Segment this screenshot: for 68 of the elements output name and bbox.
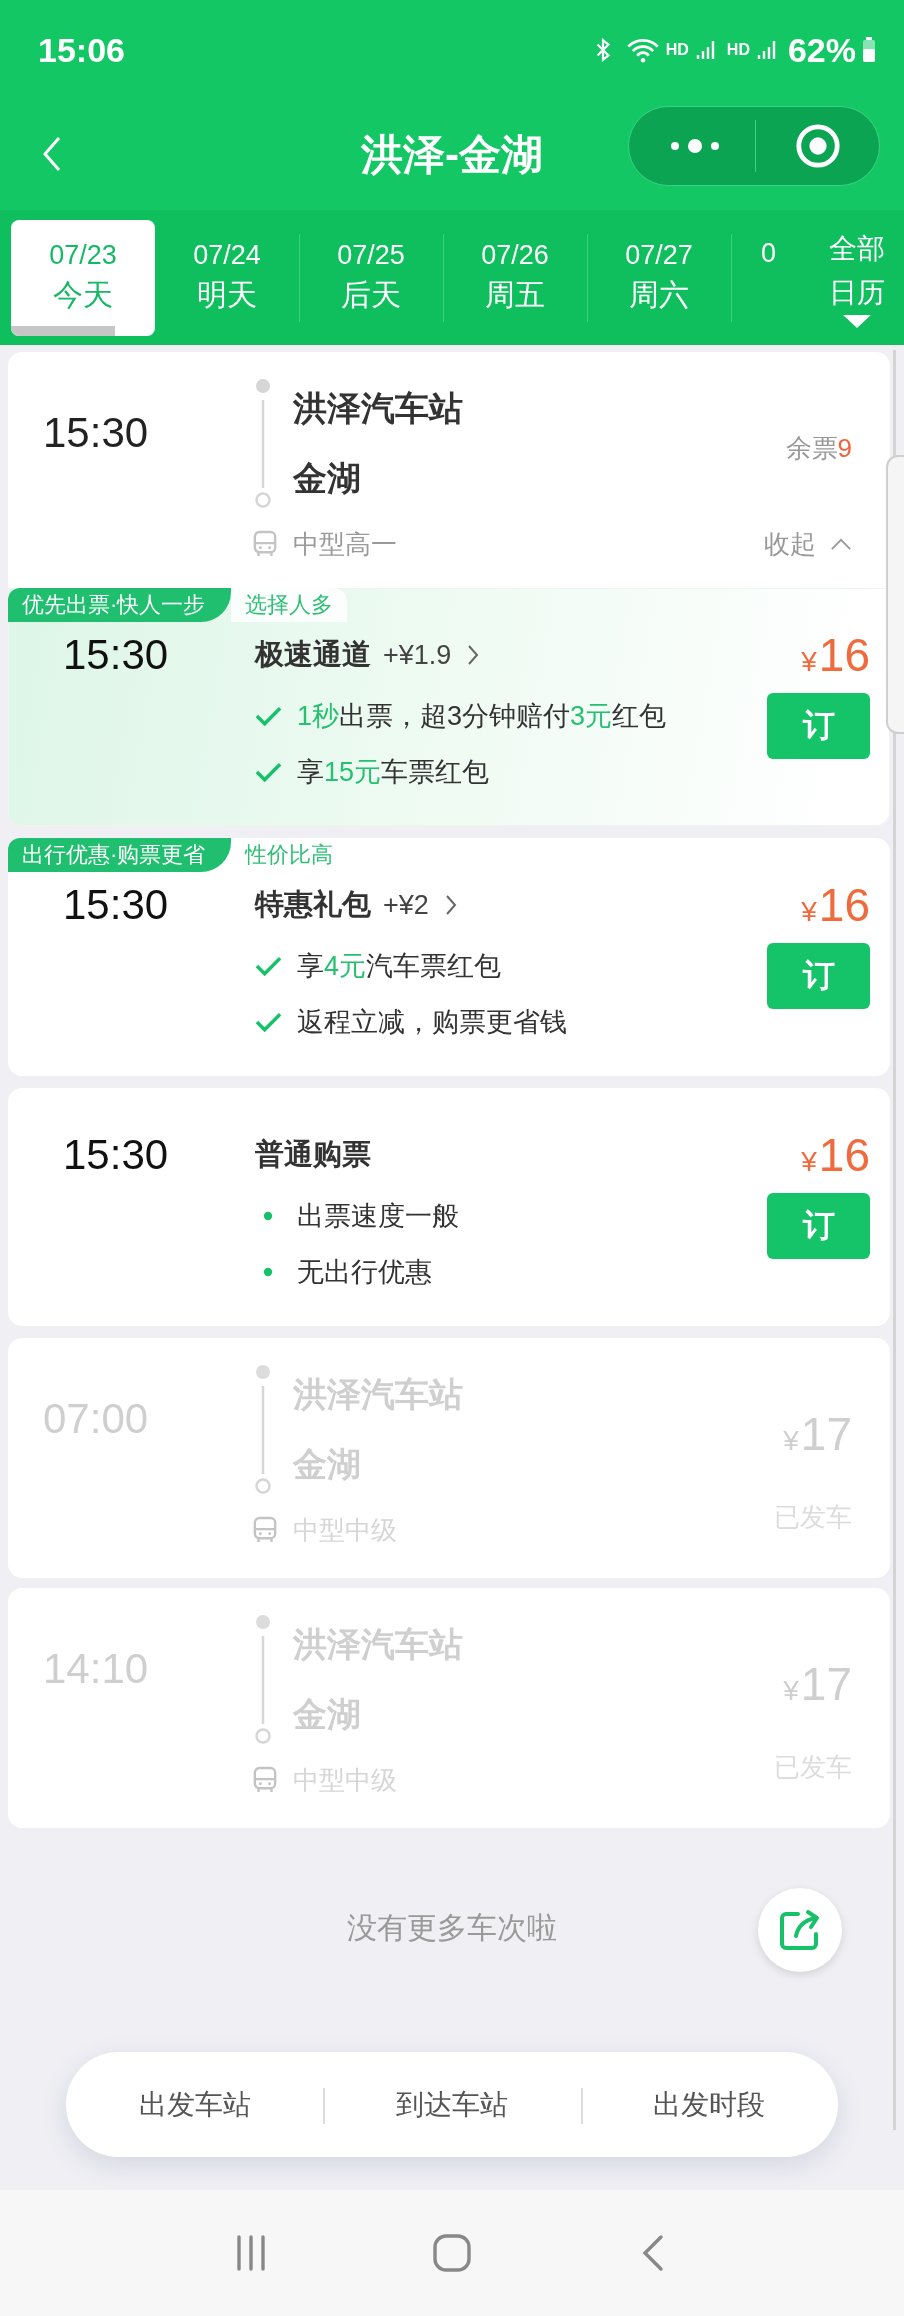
- book-button[interactable]: 订: [767, 693, 870, 759]
- chevron-icon[interactable]: [467, 644, 480, 666]
- book-button[interactable]: 订: [767, 943, 870, 1009]
- status-time: 15:06: [38, 30, 125, 70]
- price: ¥16: [801, 878, 870, 933]
- date-tab[interactable]: 07/24 明天: [155, 220, 299, 336]
- signal-icon: [755, 38, 776, 62]
- station-name: 洪泽汽车站: [293, 388, 464, 429]
- date-tab[interactable]: 07/23 今天: [11, 220, 155, 336]
- feature-text: 返程立减，购票更省钱: [297, 1006, 567, 1039]
- surcharge[interactable]: +¥2: [383, 889, 429, 921]
- signal-icon: [694, 38, 715, 62]
- tag-note: 选择人多: [231, 588, 348, 622]
- collapse-button[interactable]: 收起: [764, 526, 852, 562]
- fare-name: 普通购票: [255, 1137, 371, 1172]
- filter-button[interactable]: 出发车站: [66, 2052, 324, 2157]
- network-label: HD: [726, 41, 750, 59]
- battery-level: 62%: [787, 30, 856, 70]
- feature-text: 享15元车票红包: [297, 756, 490, 789]
- surcharge[interactable]: +¥1.9: [383, 639, 452, 671]
- date-tab[interactable]: 07/25 后天: [299, 220, 443, 336]
- date-tab[interactable]: 07/26 周五: [443, 220, 587, 336]
- feature-text: 出票速度一般: [297, 1200, 459, 1233]
- share-icon[interactable]: [778, 1908, 822, 1952]
- promo-tag: 出行优惠·购票更省: [8, 838, 232, 872]
- fare-name: 极速通道: [255, 637, 371, 672]
- departure-time: 15:30: [43, 409, 150, 457]
- scrollbar-thumb[interactable]: [886, 455, 904, 734]
- remaining-tickets: 余票9: [785, 431, 852, 465]
- bus-icon: [253, 1766, 277, 1794]
- check-icon: [255, 1011, 282, 1033]
- departure-time: 15:30: [62, 630, 170, 680]
- filter-button[interactable]: 到达车站: [323, 2052, 581, 2157]
- bullet-dot-icon: [263, 1267, 273, 1277]
- close-icon[interactable]: [794, 122, 842, 170]
- bus-icon: [253, 1516, 277, 1544]
- departure-time: 15:30: [62, 880, 170, 930]
- end-note: 没有更多车次啦: [347, 1909, 557, 1946]
- check-icon: [255, 761, 282, 783]
- check-icon: [255, 955, 282, 977]
- fare-name: 特惠礼包: [255, 887, 371, 922]
- book-button[interactable]: 订: [767, 1193, 870, 1259]
- network-label: HD: [665, 41, 689, 59]
- departure-time: 15:30: [62, 1130, 170, 1180]
- filter-button[interactable]: 出发时段: [580, 2052, 838, 2157]
- date-tab[interactable]: 07/27 周六: [587, 220, 731, 336]
- bus-icon: [253, 530, 277, 558]
- chevron-up-icon[interactable]: [830, 537, 852, 551]
- feature-text: 1秒出票，超3分钟赔付3元红包: [297, 700, 667, 733]
- wifi-icon: [625, 37, 660, 63]
- page-title: 洪泽-金湖: [361, 130, 543, 180]
- bullet-dot-icon: [263, 1211, 273, 1221]
- feature-text: 享4元汽车票红包: [297, 950, 502, 983]
- trip-card[interactable]: 15:30 洪泽汽车站 金湖 中型高一 余票9 收起: [8, 352, 890, 588]
- promo-tag: 优先出票·快人一步: [8, 588, 232, 622]
- share-button[interactable]: [758, 1888, 842, 1972]
- back-icon[interactable]: [42, 136, 62, 172]
- station-name: 金湖: [293, 458, 362, 499]
- feature-text: 无出行优惠: [297, 1256, 432, 1289]
- date-tab[interactable]: 0: [731, 220, 777, 336]
- price: ¥16: [801, 1128, 870, 1183]
- chevron-icon[interactable]: [444, 894, 457, 916]
- bus-type: 中型高一: [293, 527, 398, 561]
- caret-icon[interactable]: [843, 315, 871, 328]
- battery-icon: [862, 37, 876, 63]
- check-icon: [255, 705, 282, 727]
- price: ¥16: [801, 628, 870, 683]
- home-icon[interactable]: [432, 2233, 472, 2273]
